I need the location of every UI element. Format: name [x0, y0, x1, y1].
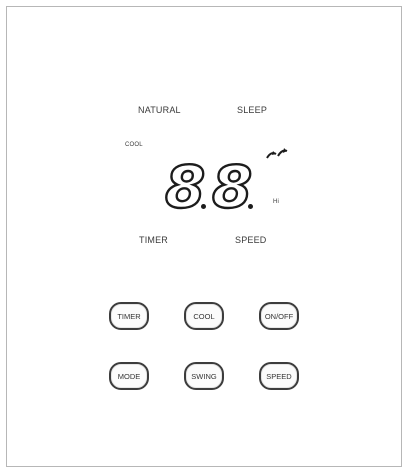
sleep-label: SLEEP — [237, 105, 268, 115]
speed-hi-indicator: Hi — [273, 199, 280, 205]
timer-button[interactable]: TIMER — [109, 302, 149, 330]
swing-arrows-icon — [266, 148, 288, 159]
timer-label: TIMER — [139, 235, 168, 245]
display-digit-1: 8 — [164, 153, 207, 221]
decimal-point-2 — [248, 204, 253, 209]
cool-indicator: COOL — [125, 142, 143, 148]
on-off-button[interactable]: ON/OFF — [259, 302, 299, 330]
speed-button[interactable]: SPEED — [259, 362, 299, 390]
display-digit-2: 8 — [211, 153, 254, 221]
decimal-point-1 — [201, 204, 206, 209]
cool-button[interactable]: COOL — [184, 302, 224, 330]
control-panel: NATURAL SLEEP COOL 8 8 Hi TIMER SPEED TI… — [6, 6, 402, 467]
swing-button[interactable]: SWING — [184, 362, 224, 390]
natural-label: NATURAL — [138, 105, 181, 115]
mode-button[interactable]: MODE — [109, 362, 149, 390]
speed-label: SPEED — [235, 235, 267, 245]
